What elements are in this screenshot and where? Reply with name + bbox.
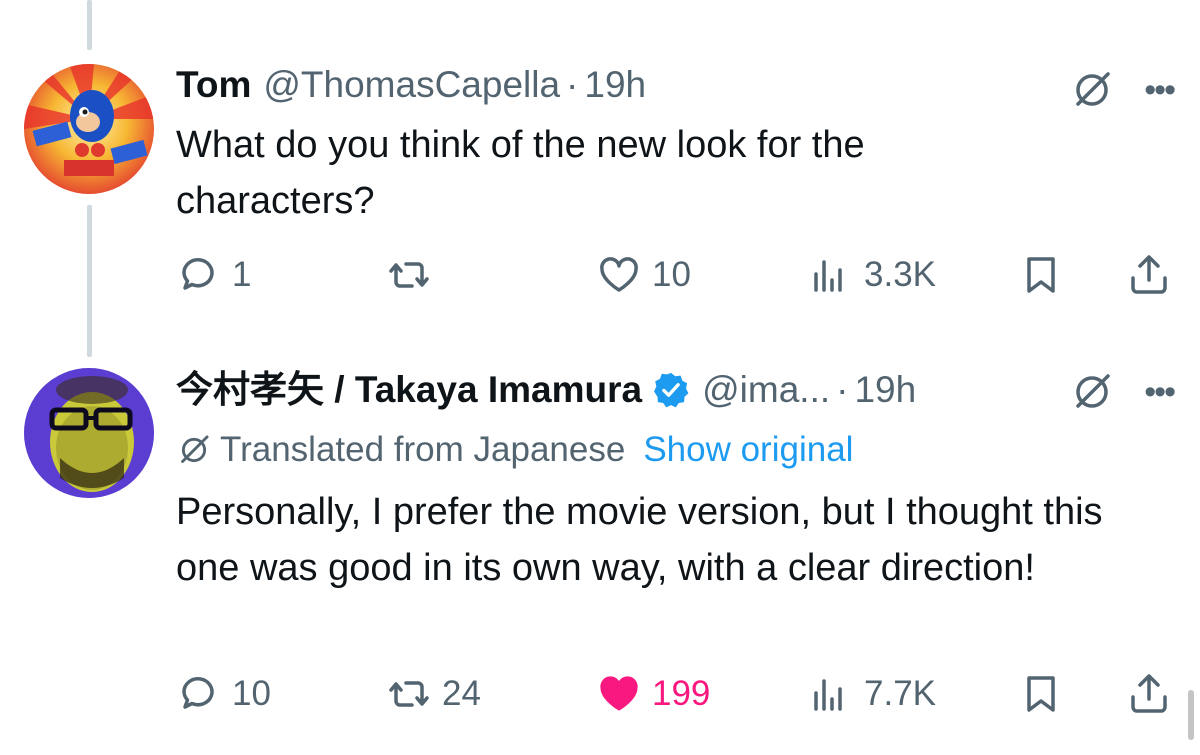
bookmark-button[interactable] — [1018, 669, 1074, 719]
scrollbar[interactable] — [1188, 690, 1194, 740]
repost-arrows-icon — [389, 681, 429, 707]
share-upload-icon — [1131, 674, 1167, 713]
reply-count: 1 — [232, 255, 252, 294]
tweet-text: What do you think of the new look for th… — [176, 124, 865, 222]
show-original-link[interactable]: Show original — [643, 428, 853, 472]
like-count: 199 — [652, 674, 711, 713]
action-bar: 10 24 199 7.7K — [176, 669, 1174, 719]
repost-button[interactable]: 24 — [386, 669, 481, 719]
timestamp[interactable]: 19h — [854, 368, 916, 412]
tweet-header: 今村孝矢 / Takaya Imamura @ima... · 19h — [176, 368, 1180, 412]
translated-label: Translated from Japanese — [220, 430, 626, 469]
reply-button[interactable]: 10 — [176, 669, 271, 719]
tweet-header-icons: ••• — [1070, 370, 1176, 414]
views-button[interactable]: 3.3K — [808, 250, 936, 300]
separator-dot: · — [836, 369, 849, 410]
reply-count: 10 — [232, 674, 271, 713]
bar-chart-icon — [814, 679, 842, 711]
separator-dot: · — [566, 64, 579, 105]
action-bar: 1 10 3.3K — [176, 250, 1174, 300]
bar-chart-icon — [814, 260, 842, 292]
thread-connector-top — [87, 0, 92, 50]
like-button[interactable]: 10 — [596, 250, 691, 300]
like-count: 10 — [652, 255, 691, 294]
repost-arrows-icon — [389, 262, 429, 288]
bookmark-button[interactable] — [1018, 250, 1074, 300]
share-upload-icon — [1131, 255, 1167, 294]
thread-connector-mid — [87, 205, 92, 357]
view-count: 7.7K — [864, 674, 936, 713]
views-button[interactable]: 7.7K — [808, 669, 936, 719]
like-button[interactable]: 199 — [596, 669, 710, 719]
more-dots-icon[interactable]: ••• — [1144, 73, 1176, 107]
reply-button[interactable]: 1 — [176, 250, 251, 300]
speech-bubble-icon — [182, 677, 214, 709]
bookmark-icon — [1027, 676, 1055, 712]
tweet-header: Tom @ThomasCapella · 19h — [176, 63, 1180, 107]
tweet-thread: Tom @ThomasCapella · 19h ••• What do you… — [0, 0, 1200, 755]
avatar[interactable] — [24, 64, 154, 194]
verified-badge-icon — [652, 371, 690, 409]
translation-notice: Translated from Japanese Show original — [176, 428, 853, 472]
heart-icon — [600, 257, 638, 292]
bookmark-icon — [1027, 257, 1055, 293]
timestamp[interactable]: 19h — [584, 63, 646, 107]
share-button[interactable] — [1126, 669, 1182, 719]
grok-slash-icon — [181, 435, 209, 463]
tweet-text: Personally, I prefer the movie version, … — [176, 491, 1103, 589]
grok-slash-icon[interactable] — [1070, 68, 1114, 112]
repost-count: 24 — [442, 674, 481, 713]
user-handle[interactable]: @ima... — [702, 368, 830, 412]
repost-button[interactable] — [386, 250, 442, 300]
grok-slash-icon[interactable] — [1070, 370, 1114, 414]
avatar[interactable] — [24, 368, 154, 498]
share-button[interactable] — [1126, 250, 1182, 300]
tweet-header-icons: ••• — [1070, 68, 1176, 112]
speech-bubble-icon — [182, 258, 214, 290]
view-count: 3.3K — [864, 255, 936, 294]
more-dots-icon[interactable]: ••• — [1144, 375, 1176, 409]
heart-icon — [600, 676, 638, 711]
display-name[interactable]: 今村孝矢 / Takaya Imamura — [176, 368, 642, 412]
user-handle[interactable]: @ThomasCapella — [263, 63, 560, 107]
display-name[interactable]: Tom — [176, 63, 251, 107]
